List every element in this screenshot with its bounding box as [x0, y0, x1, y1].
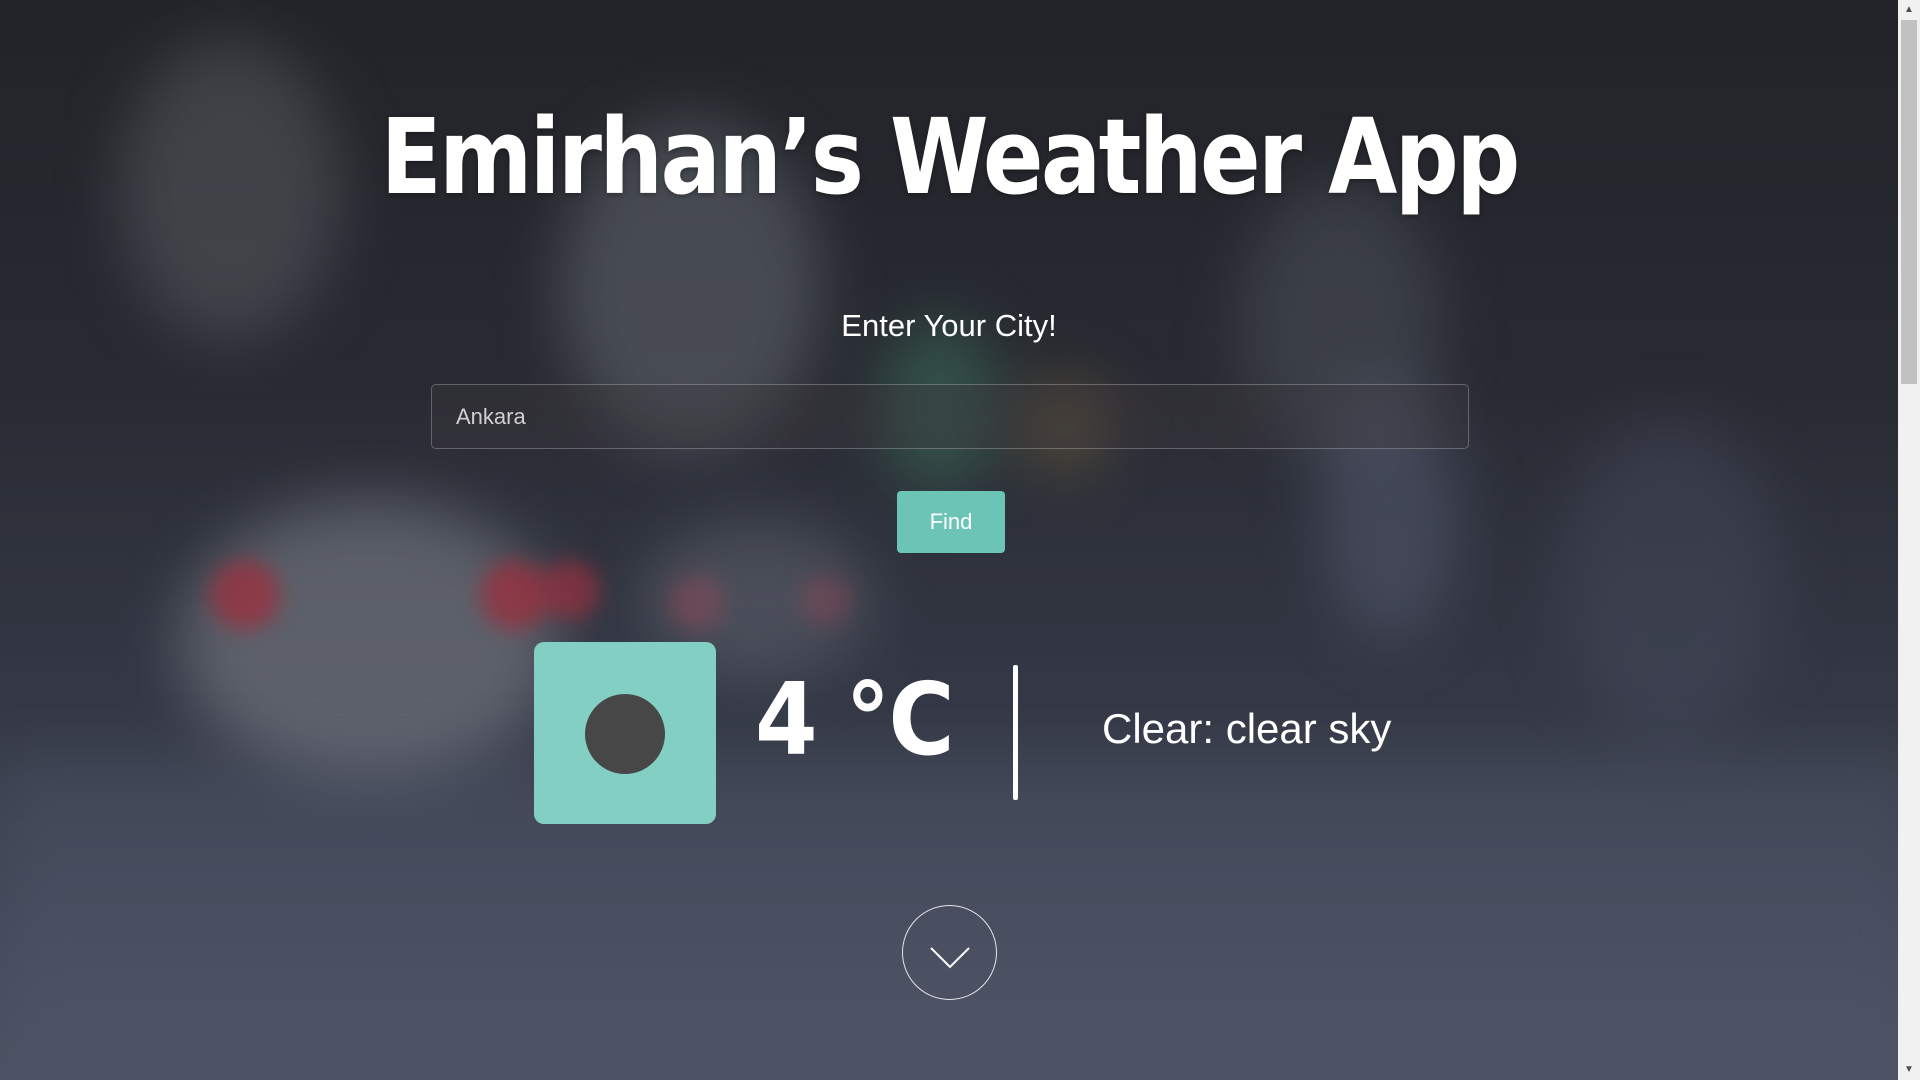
divider — [1013, 665, 1018, 800]
city-search-input[interactable] — [431, 384, 1469, 449]
weather-condition: Clear: clear sky — [1102, 705, 1392, 752]
scroll-down-button[interactable] — [902, 905, 997, 1000]
scroll-down-arrow-icon[interactable]: ▼ — [1898, 1060, 1920, 1080]
app-title: Emirhan’s Weather App — [380, 96, 1521, 218]
main-content: Emirhan’s Weather App Enter Your City! F… — [0, 0, 1898, 1080]
vertical-scrollbar[interactable]: ▲ ▼ — [1898, 0, 1920, 1080]
temperature-value: 4 °C — [755, 661, 955, 778]
find-button[interactable]: Find — [897, 491, 1005, 553]
chevron-down-icon — [930, 947, 970, 969]
scrollbar-thumb[interactable] — [1901, 20, 1917, 384]
clear-sky-icon — [585, 694, 665, 774]
city-prompt: Enter Your City! — [841, 308, 1057, 343]
scroll-up-arrow-icon[interactable]: ▲ — [1898, 0, 1920, 20]
weather-icon-box — [534, 642, 716, 824]
page: Emirhan’s Weather App Enter Your City! F… — [0, 0, 1920, 1080]
